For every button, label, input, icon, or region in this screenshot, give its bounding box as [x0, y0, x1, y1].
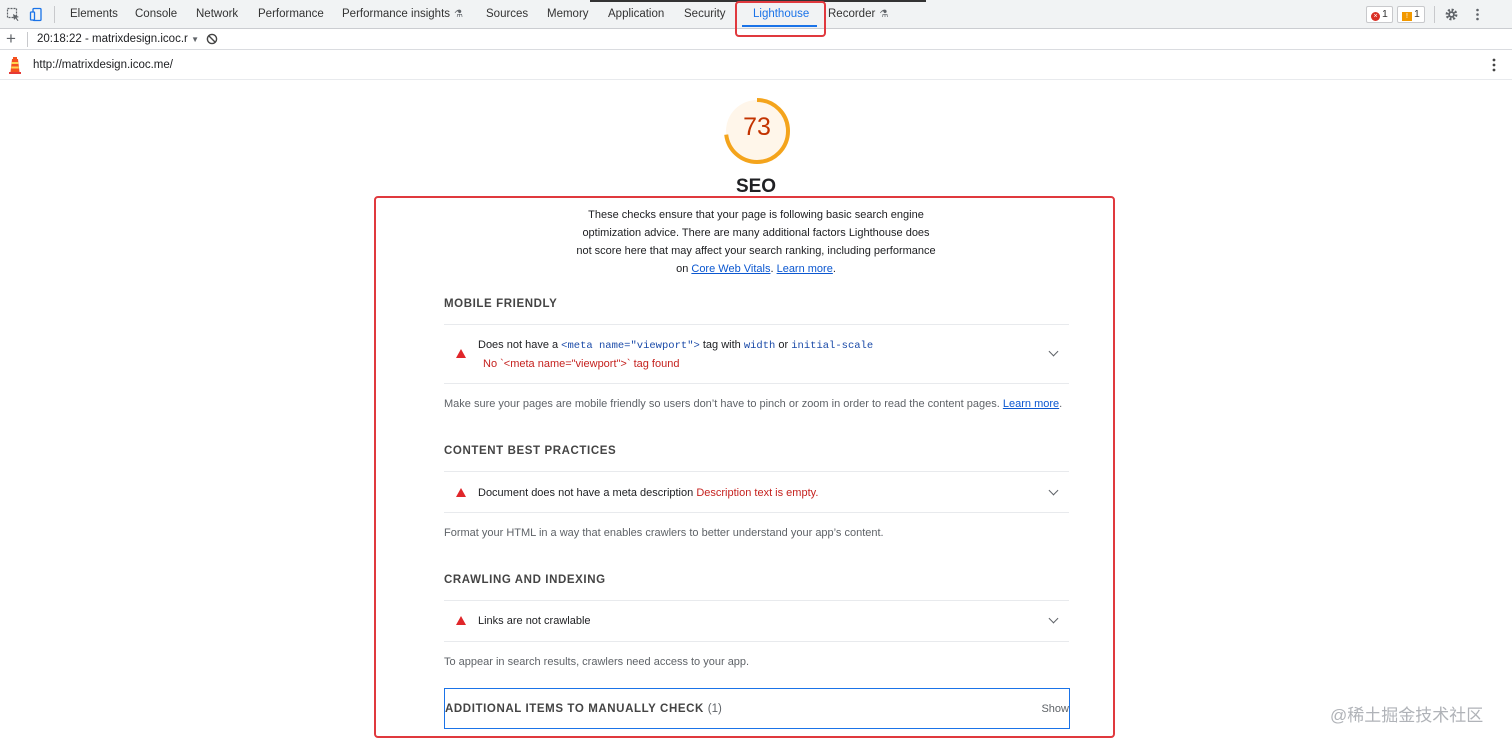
audit-title: Links are not crawlable	[478, 615, 591, 627]
tab-application[interactable]: Application	[608, 8, 664, 20]
watermark: @稀土掘金技术社区	[1330, 706, 1484, 725]
fail-triangle-icon	[456, 488, 466, 497]
warning-icon: !	[1402, 12, 1412, 21]
group-description: Make sure your pages are mobile friendly…	[444, 398, 1062, 410]
audit-meta-description[interactable]: Document does not have a meta descriptio…	[444, 472, 1069, 512]
tab-security[interactable]: Security	[684, 8, 726, 20]
learn-more-link[interactable]: Learn more	[777, 263, 833, 275]
manual-checks-section[interactable]: ADDITIONAL ITEMS TO MANUALLY CHECK (1) S…	[444, 688, 1070, 729]
description-line: These checks ensure that your page is fo…	[588, 209, 924, 221]
audit-crawlable-links[interactable]: Links are not crawlable	[444, 601, 1069, 641]
devtools-tabbar: Elements Console Network Performance Per…	[0, 0, 1512, 29]
dropdown-arrow-icon: ▼	[191, 35, 199, 44]
tab-label: Performance insights	[342, 8, 451, 20]
manual-title-text: ADDITIONAL ITEMS TO MANUALLY CHECK	[445, 703, 704, 715]
chevron-down-icon[interactable]	[1048, 485, 1059, 496]
audit-code: <meta name="viewport">	[561, 340, 700, 352]
inspect-element-icon[interactable]	[6, 7, 21, 22]
active-tab-indicator	[742, 25, 817, 27]
description-text: on	[676, 263, 692, 275]
tab-console[interactable]: Console	[135, 8, 177, 20]
learn-more-link[interactable]: Learn more	[1003, 398, 1059, 410]
report-selector-value: 20:18:22 - matrixdesign.icoc.r	[37, 33, 188, 45]
score-value: 73	[743, 113, 771, 141]
audit-title: Document does not have a meta descriptio…	[478, 487, 818, 499]
tab-recorder[interactable]: Recorder ⚗	[828, 8, 888, 20]
error-count-badge[interactable]: × 1	[1366, 6, 1393, 23]
new-report-plus-icon[interactable]: +	[6, 29, 16, 48]
toolbar-separator	[1434, 6, 1435, 23]
group-description-text: Make sure your pages are mobile friendly…	[444, 398, 1003, 410]
report-url-bar: http://matrixdesign.icoc.me/	[0, 50, 1512, 80]
tab-performance[interactable]: Performance	[258, 8, 324, 20]
toolbar-separator	[54, 6, 55, 23]
fail-triangle-icon	[456, 616, 466, 625]
report-menu-icon[interactable]	[1487, 57, 1501, 73]
tab-lighthouse[interactable]: Lighthouse	[753, 8, 809, 20]
audit-text: Document does not have a meta descriptio…	[478, 487, 694, 499]
tab-performance-insights[interactable]: Performance insights ⚗	[342, 8, 463, 20]
report-url: http://matrixdesign.icoc.me/	[33, 59, 173, 71]
audit-code: initial-scale	[791, 340, 874, 352]
category-description: These checks ensure that your page is fo…	[566, 206, 946, 278]
device-toolbar-icon[interactable]	[29, 7, 44, 22]
lighthouse-logo-icon	[9, 57, 21, 74]
lighthouse-report-toolbar: + 20:18:22 - matrixdesign.icoc.r ▼	[0, 29, 1512, 50]
audit-text: or	[775, 339, 792, 351]
audit-title: Does not have a <meta name="viewport"> t…	[478, 339, 873, 352]
manual-checks-title: ADDITIONAL ITEMS TO MANUALLY CHECK (1)	[445, 703, 722, 715]
core-web-vitals-link[interactable]: Core Web Vitals	[691, 263, 770, 275]
tab-elements[interactable]: Elements	[70, 8, 118, 20]
error-count: 1	[1382, 8, 1388, 20]
manual-count: (1)	[707, 703, 722, 715]
description-line: optimization advice. There are many addi…	[582, 227, 930, 239]
description-text: .	[832, 263, 836, 275]
group-description-text: .	[1059, 398, 1063, 410]
more-options-icon[interactable]	[1470, 7, 1485, 22]
divider	[444, 512, 1069, 513]
group-title-content-best-practices: CONTENT BEST PRACTICES	[444, 445, 617, 457]
divider	[444, 383, 1069, 384]
audit-fail-message: No `<meta name="viewport">` tag found	[483, 358, 680, 370]
settings-gear-icon[interactable]	[1444, 7, 1459, 22]
audit-text: tag with	[699, 339, 744, 351]
audit-text: Does not have a	[478, 339, 562, 351]
show-toggle[interactable]: Show	[1041, 703, 1069, 715]
group-title-mobile-friendly: MOBILE FRIENDLY	[444, 298, 558, 310]
tab-sources[interactable]: Sources	[486, 8, 528, 20]
description-line: not score here that may affect your sear…	[576, 245, 936, 257]
group-title-crawling-indexing: CRAWLING AND INDEXING	[444, 574, 606, 586]
experiment-flask-icon: ⚗	[454, 9, 463, 20]
group-description: Format your HTML in a way that enables c…	[444, 527, 884, 539]
category-title: SEO	[735, 176, 777, 197]
error-icon: ×	[1371, 12, 1380, 21]
audit-viewport[interactable]: Does not have a <meta name="viewport"> t…	[444, 325, 1069, 383]
warning-count-badge[interactable]: ! 1	[1397, 6, 1425, 23]
audit-fail-message: Description text is empty.	[696, 487, 819, 499]
fail-triangle-icon	[456, 349, 466, 358]
clear-all-icon[interactable]	[206, 33, 218, 45]
audit-code: width	[743, 340, 776, 352]
report-selector[interactable]: 20:18:22 - matrixdesign.icoc.r ▼	[37, 33, 199, 45]
description-line: on Core Web Vitals. Learn more.	[566, 260, 946, 278]
group-description: To appear in search results, crawlers ne…	[444, 656, 750, 668]
divider	[444, 641, 1069, 642]
tab-memory[interactable]: Memory	[547, 8, 589, 20]
window-edge	[590, 0, 926, 2]
tab-network[interactable]: Network	[196, 8, 238, 20]
toolbar-separator	[27, 32, 28, 47]
experiment-flask-icon: ⚗	[879, 9, 889, 20]
tab-label: Recorder	[828, 8, 876, 20]
chevron-down-icon[interactable]	[1048, 613, 1059, 624]
chevron-down-icon[interactable]	[1048, 346, 1059, 357]
warning-count: 1	[1414, 8, 1420, 20]
